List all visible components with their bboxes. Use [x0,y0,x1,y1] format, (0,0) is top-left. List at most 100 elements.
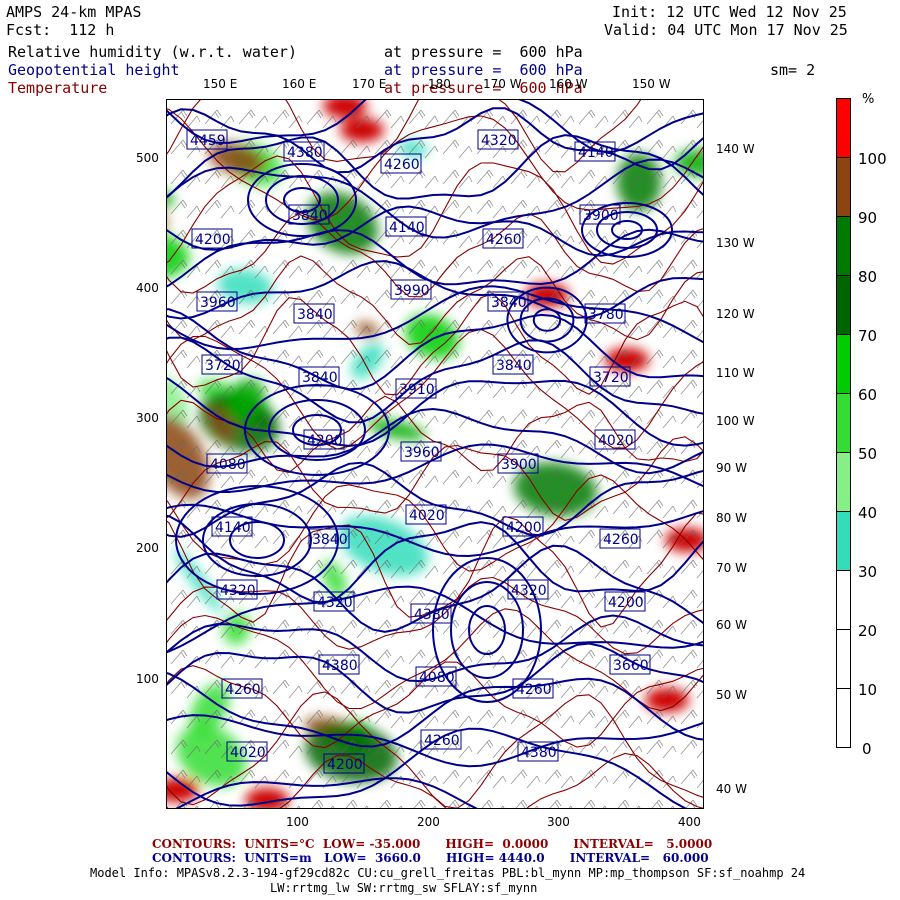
height-contour-label: 4320 [477,129,519,150]
lon-label-top: 170 W [483,77,522,91]
height-label-text: 3840 [312,532,348,548]
field-temp-name: Temperature [8,79,108,97]
height-label-text: 4320 [317,595,353,611]
height-contour-label: 4260 [221,678,263,699]
lon-label-right: 90 W [716,461,747,475]
height-label-text: 4200 [327,757,363,773]
model-info-line1: Model Info: MPASv8.2.3-194-gf29cd82c CU:… [90,866,806,880]
lon-label-right: 80 W [716,511,747,525]
height-contour-label: 3900 [579,204,621,225]
colorbar-band [836,629,851,689]
height-label-text: 4080 [419,670,455,686]
height-label-text: 3960 [404,445,440,461]
colorbar-band [836,688,851,748]
height-label-text: 4140 [215,520,251,536]
height-contour-label: 4020 [405,504,447,525]
height-label-text: 3720 [205,358,241,374]
colorbar-label: 20 [858,622,878,640]
height-contour-label: 4080 [415,666,457,687]
height-contour-label: 4260 [512,678,554,699]
height-label-text: 4320 [220,583,256,599]
height-contour-label: 4459 [186,129,228,150]
height-contour-label: 3780 [584,303,626,324]
height-contour-label: 3960 [196,291,238,312]
height-contour-label: 4080 [206,453,248,474]
height-contour-label: 4260 [482,228,524,249]
height-label-text: 4260 [603,532,639,548]
forecast-hour: Fcst: 112 h [6,21,115,39]
weather-map: 4459 4380 4260 4320 4140 4200 3840 4140 4260 3900… [167,100,703,808]
height-contour-label: 4200 [502,516,544,537]
height-label-text: 3990 [394,283,430,299]
height-label-text: 4260 [516,682,552,698]
model-title: AMPS 24-km MPAS [6,3,142,21]
colorbar-label: 90 [858,209,878,227]
init-time: Init: 12 UTC Wed 12 Nov 25 [612,3,847,21]
colorbar-label: 0 [862,740,872,758]
height-label-text: 4200 [608,595,644,611]
height-contour-label: 3660 [609,654,651,675]
height-contour-label: 4140 [211,516,253,537]
valid-time: Valid: 04 UTC Mon 17 Nov 25 [604,21,848,39]
height-label-text: 4080 [210,457,246,473]
colorbar-label: 70 [858,327,878,345]
height-contour-label: 4200 [323,753,365,774]
field-rh-pressure: at pressure = 600 hPa [384,43,583,61]
height-label-text: 4459 [190,133,226,149]
height-label-text: 4380 [287,145,323,161]
height-label-text: 3840 [496,358,532,374]
height-label-text: 4020 [598,433,634,449]
colorbar-band [836,452,851,512]
colorbar-label: 10 [858,681,878,699]
height-label-text: 3840 [297,307,333,323]
lon-label-right: 130 W [716,236,755,250]
height-contour-label: 3840 [293,303,335,324]
height-label-text: 3840 [302,370,338,386]
y-tick: 300 [136,411,159,425]
height-contour-label: 3720 [201,354,243,375]
height-label-text: 4260 [225,682,261,698]
height-contour-label: 4140 [574,141,616,162]
height-contour-label: 3900 [497,453,539,474]
height-label-text: 3910 [399,382,435,398]
height-contour-label: 3840 [298,366,340,387]
smoothing-label: sm= 2 [770,61,816,79]
colorbar-band [836,511,851,571]
height-contour-label: 4200 [604,591,646,612]
height-contour-info: CONTOURS: UNITS=m LOW= 3660.0 HIGH= 4440… [152,851,709,865]
height-contour-label: 4380 [517,741,559,762]
x-tick: 200 [417,815,440,829]
field-rh-name: Relative humidity (w.r.t. water) [8,43,297,61]
lon-label-top: 150 W [632,77,671,91]
colorbar-label: 30 [858,563,878,581]
map-panel: 4459 4380 4260 4320 4140 4200 3840 4140 4260 3900… [166,99,704,809]
colorbar-band [836,570,851,630]
height-label-text: 4260 [384,157,420,173]
lon-label-top: 150 E [203,77,238,91]
height-label-text: 3660 [613,658,649,674]
height-label-text: 4020 [409,508,445,524]
height-contour-label: 3990 [390,279,432,300]
model-info-line2: LW:rrtmg_lw SW:rrtmg_sw SFLAY:sf_mynn [270,881,538,895]
lon-label-right: 120 W [716,307,755,321]
height-contour-label: 3840 [288,204,330,225]
height-label-text: 4140 [578,145,614,161]
height-label-text: 4380 [322,658,358,674]
height-label-text: 3900 [501,457,537,473]
colorbar-label: 50 [858,445,878,463]
height-label-text: 3780 [588,307,624,323]
lon-label-top: 170 E [352,77,387,91]
height-label-text: 4200 [307,433,343,449]
height-label-text: 3840 [491,295,527,311]
height-label-text: 4200 [195,232,231,248]
lon-label-top: 180 [428,77,451,91]
y-tick: 100 [136,672,159,686]
y-tick: 400 [136,281,159,295]
lon-label-right: 140 W [716,142,755,156]
height-contour-label: 4140 [385,216,427,237]
height-contour-label: 4320 [507,579,549,600]
colorbar-band [836,157,851,217]
height-contour-label: 4020 [594,429,636,450]
height-label-text: 4200 [506,520,542,536]
height-contour-label: 3910 [395,378,437,399]
